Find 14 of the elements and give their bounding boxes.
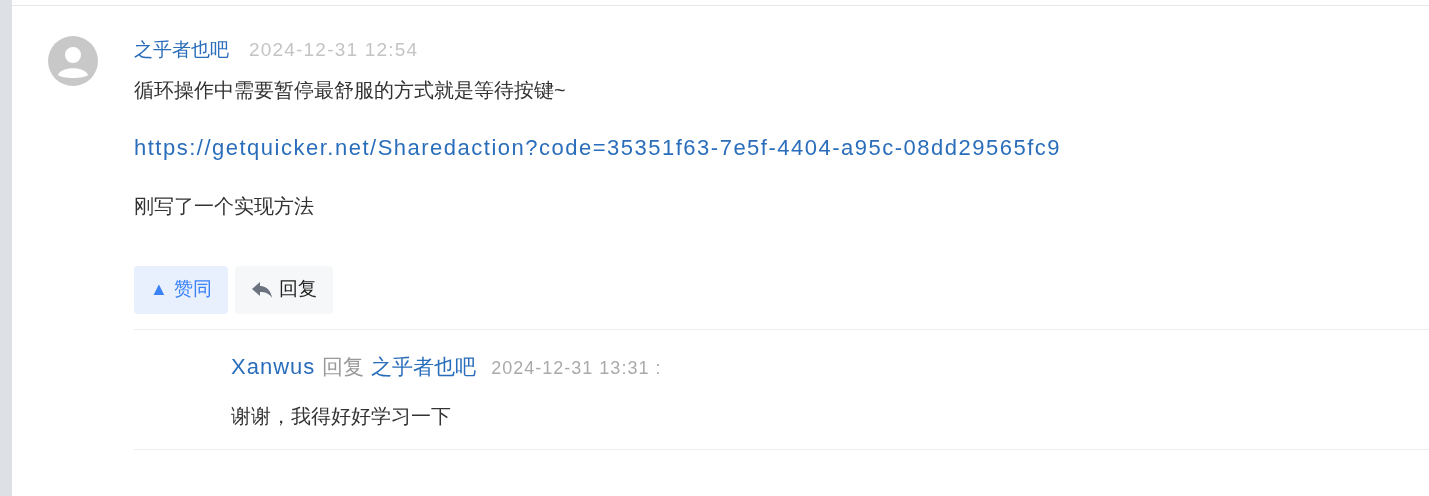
shared-link[interactable]: https://getquicker.net/Sharedaction?code=35351f63-7e5f-4404-a95c-08dd29565fc9 — [134, 132, 1429, 163]
reply-author[interactable]: Xanwus — [231, 349, 316, 383]
reply-text: 谢谢，我得好好学习一下 — [231, 403, 452, 429]
comment-text: 循环操作中需要暂停最舒服的方式就是等待按键~ — [134, 77, 567, 103]
comment-time: 2024-12-31 12:54 — [249, 38, 419, 62]
reply-arrow-icon — [250, 280, 273, 299]
reply-target[interactable]: 之乎者也吧 — [371, 350, 477, 382]
reply-button[interactable]: 回复 — [234, 265, 333, 314]
author-name[interactable]: 之乎者也吧 — [134, 36, 229, 65]
reply-time: 2024-12-31 13:31 : — [491, 356, 662, 380]
avatar-icon — [48, 36, 98, 86]
upvote-button[interactable]: ▲ 赞同 — [134, 265, 228, 314]
reply-verb: 回复 — [322, 353, 365, 380]
comment-text: 刚写了一个实现方法 — [134, 193, 315, 219]
